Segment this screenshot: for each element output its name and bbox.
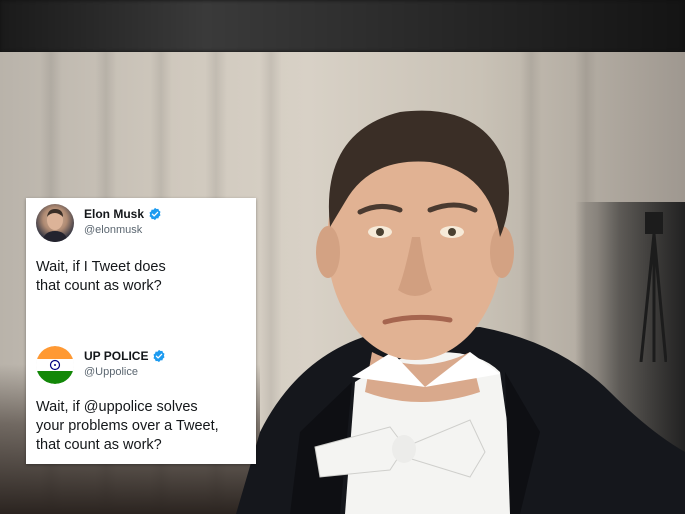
user-handle: @elonmusk <box>84 224 143 236</box>
tweet-screenshot-card: Elon Musk @elonmusk Wait, if I Tweet doe… <box>26 198 256 464</box>
elon-musk-avatar-icon <box>36 204 74 242</box>
tweet-text-line: Wait, if I Tweet does <box>36 259 166 275</box>
indian-flag-avatar-icon <box>36 346 74 384</box>
verified-badge-icon <box>153 349 165 363</box>
tweet-text: Wait, if @uppolice solves your problems … <box>36 398 254 455</box>
tweet-author-row: UP POLICE <box>84 348 166 364</box>
news-image: Elon Musk @elonmusk Wait, if I Tweet doe… <box>0 0 685 514</box>
tweet-text-line: that count as work? <box>36 278 162 294</box>
tweet-author-row: Elon Musk <box>84 206 162 222</box>
user-handle: @Uppolice <box>84 366 138 378</box>
verified-badge-icon <box>149 207 161 221</box>
blurred-top-strip <box>0 0 685 52</box>
tweet-text-line: Wait, if @uppolice solves <box>36 399 198 415</box>
tweet-text-line: that count as work? <box>36 437 162 453</box>
display-name: Elon Musk <box>84 207 145 221</box>
tweet-text-line: your problems over a Tweet, <box>36 418 219 434</box>
display-name: UP POLICE <box>84 349 149 363</box>
tweet-text: Wait, if I Tweet does that count as work… <box>36 258 254 296</box>
